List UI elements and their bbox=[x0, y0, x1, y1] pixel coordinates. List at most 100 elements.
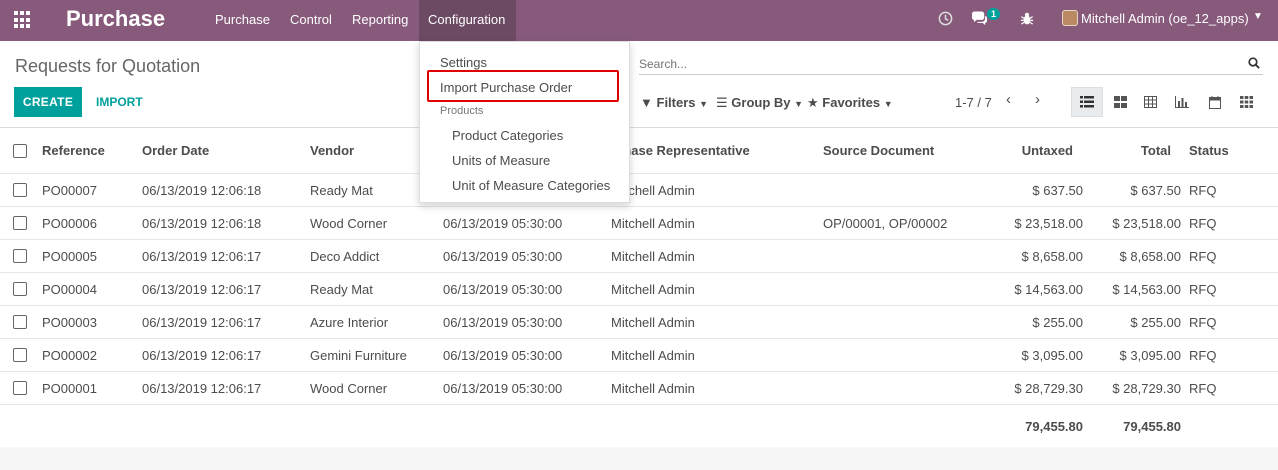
cell-status: RFQ bbox=[1189, 347, 1217, 363]
pager-previous-icon[interactable]: ‹ bbox=[1006, 91, 1011, 108]
cell-vendor: Azure Interior bbox=[310, 314, 389, 330]
footer-total: 79,455.80 bbox=[1123, 418, 1181, 434]
cell-vendor: Ready Mat bbox=[310, 182, 373, 198]
column-header-source-document[interactable]: Source Document bbox=[823, 128, 934, 173]
row-checkbox[interactable] bbox=[13, 381, 27, 395]
cell-total: $ 3,095.00 bbox=[1119, 347, 1181, 363]
filter-funnel-icon: ▼ bbox=[640, 95, 653, 110]
table-row[interactable]: PO00007 06/13/2019 12:06:18 Ready Mat Mi… bbox=[0, 174, 1278, 207]
cell-representative: Mitchell Admin bbox=[611, 281, 695, 297]
top-navbar: Purchase Purchase Control Reporting Conf… bbox=[0, 0, 1278, 41]
cell-scheduled-date: 06/13/2019 05:30:00 bbox=[443, 215, 563, 231]
column-header-untaxed[interactable]: Untaxed bbox=[983, 128, 1073, 173]
breadcrumb-title: Requests for Quotation bbox=[15, 56, 201, 76]
app-title: Purchase bbox=[66, 6, 166, 31]
cell-order-date: 06/13/2019 12:06:17 bbox=[142, 314, 262, 330]
table-row[interactable]: PO00002 06/13/2019 12:06:17 Gemini Furni… bbox=[0, 339, 1278, 372]
cell-order-date: 06/13/2019 12:06:17 bbox=[142, 380, 262, 396]
list-view-icon[interactable] bbox=[1071, 87, 1103, 117]
group-by-dropdown[interactable]: ☰ Group By ▼ bbox=[716, 95, 803, 111]
cell-status: RFQ bbox=[1189, 281, 1217, 297]
cell-vendor: Wood Corner bbox=[310, 380, 388, 396]
cell-reference: PO00001 bbox=[42, 380, 97, 396]
menu-item-units-of-measure[interactable]: Units of Measure bbox=[452, 153, 550, 168]
cell-status: RFQ bbox=[1189, 215, 1217, 231]
column-header-purchase-representative[interactable]: rchase Representative bbox=[611, 128, 801, 173]
user-avatar[interactable] bbox=[1062, 10, 1078, 26]
column-header-total[interactable]: Total bbox=[1081, 128, 1171, 173]
menu-reporting[interactable]: Reporting bbox=[343, 0, 417, 41]
cell-reference: PO00006 bbox=[42, 215, 97, 231]
column-header-order-date[interactable]: Order Date bbox=[142, 128, 209, 173]
menu-configuration[interactable]: Configuration bbox=[419, 0, 516, 41]
search-icon[interactable] bbox=[1248, 57, 1260, 69]
row-checkbox[interactable] bbox=[13, 282, 27, 296]
control-panel: Requests for Quotation CREATE IMPORT ▼ F… bbox=[0, 41, 1278, 128]
cell-vendor: Deco Addict bbox=[310, 248, 380, 264]
menu-item-uom-categories[interactable]: Unit of Measure Categories bbox=[452, 178, 610, 193]
cell-representative: Mitchell Admin bbox=[611, 380, 695, 396]
row-checkbox[interactable] bbox=[13, 249, 27, 263]
group-by-label: Group By bbox=[731, 95, 791, 110]
column-header-status[interactable]: Status bbox=[1189, 128, 1229, 173]
grid-view-icon[interactable] bbox=[1230, 87, 1262, 117]
cell-vendor: Wood Corner bbox=[310, 215, 388, 231]
cell-representative: Mitchell Admin bbox=[611, 314, 695, 330]
menu-purchase[interactable]: Purchase bbox=[206, 0, 279, 41]
pager-value[interactable]: 1-7 / 7 bbox=[955, 95, 992, 110]
apps-grid-icon[interactable] bbox=[14, 11, 32, 29]
table-row[interactable]: PO00005 06/13/2019 12:06:17 Deco Addict … bbox=[0, 240, 1278, 273]
menu-section-products: Products bbox=[440, 105, 484, 117]
cell-status: RFQ bbox=[1189, 182, 1217, 198]
chevron-down-icon: ▼ bbox=[883, 99, 893, 109]
activity-clock-icon[interactable] bbox=[938, 11, 953, 26]
select-all-checkbox[interactable] bbox=[13, 143, 27, 158]
table-row[interactable]: PO00003 06/13/2019 12:06:17 Azure Interi… bbox=[0, 306, 1278, 339]
debug-bug-icon[interactable] bbox=[1020, 11, 1034, 26]
cell-scheduled-date: 06/13/2019 05:30:00 bbox=[443, 314, 563, 330]
create-button[interactable]: CREATE bbox=[14, 87, 82, 117]
filters-label: Filters bbox=[656, 95, 696, 110]
menu-item-product-categories[interactable]: Product Categories bbox=[452, 128, 563, 143]
table-footer-totals: 79,455.80 79,455.80 bbox=[0, 405, 1278, 447]
user-name[interactable]: Mitchell Admin (oe_12_apps) bbox=[1081, 11, 1249, 26]
cell-order-date: 06/13/2019 12:06:17 bbox=[142, 248, 262, 264]
cell-representative: Mitchell Admin bbox=[611, 248, 695, 264]
cell-vendor: Ready Mat bbox=[310, 281, 373, 297]
chevron-down-icon: ▼ bbox=[794, 99, 804, 109]
filters-dropdown[interactable]: ▼ Filters ▼ bbox=[640, 95, 708, 110]
table-row[interactable]: PO00006 06/13/2019 12:06:18 Wood Corner … bbox=[0, 207, 1278, 240]
group-by-icon: ☰ bbox=[716, 95, 728, 110]
messages-count-badge: 1 bbox=[987, 8, 1001, 20]
configuration-dropdown-menu: Settings Import Purchase Order Products … bbox=[419, 41, 630, 203]
rfq-list-table: Reference Order Date Vendor rchase Repre… bbox=[0, 128, 1278, 447]
cell-reference: PO00005 bbox=[42, 248, 97, 264]
calendar-view-icon[interactable] bbox=[1199, 87, 1231, 117]
chevron-down-icon: ▼ bbox=[699, 99, 709, 109]
import-button[interactable]: IMPORT bbox=[88, 87, 151, 117]
cell-vendor: Gemini Furniture bbox=[310, 347, 407, 363]
table-row[interactable]: PO00001 06/13/2019 12:06:17 Wood Corner … bbox=[0, 372, 1278, 405]
user-menu-caret-icon[interactable]: ▼ bbox=[1253, 11, 1263, 22]
messages-chat-icon[interactable] bbox=[971, 11, 988, 26]
row-checkbox[interactable] bbox=[13, 183, 27, 197]
row-checkbox[interactable] bbox=[13, 348, 27, 362]
menu-item-settings[interactable]: Settings bbox=[440, 55, 487, 70]
table-row[interactable]: PO00004 06/13/2019 12:06:17 Ready Mat 06… bbox=[0, 273, 1278, 306]
favorites-dropdown[interactable]: ★ Favorites ▼ bbox=[807, 95, 893, 111]
favorites-label: Favorites bbox=[822, 95, 881, 110]
column-header-reference[interactable]: Reference bbox=[42, 128, 105, 173]
pager-next-icon[interactable]: › bbox=[1035, 91, 1040, 108]
search-input[interactable] bbox=[639, 53, 1263, 75]
graph-view-icon[interactable] bbox=[1166, 87, 1198, 117]
menu-item-import-purchase-order[interactable]: Import Purchase Order bbox=[440, 80, 572, 95]
menu-control[interactable]: Control bbox=[281, 0, 341, 41]
cell-status: RFQ bbox=[1189, 314, 1217, 330]
cell-status: RFQ bbox=[1189, 380, 1217, 396]
row-checkbox[interactable] bbox=[13, 315, 27, 329]
cell-total: $ 14,563.00 bbox=[1112, 281, 1181, 297]
pivot-view-icon[interactable] bbox=[1134, 87, 1166, 117]
row-checkbox[interactable] bbox=[13, 216, 27, 230]
column-header-vendor[interactable]: Vendor bbox=[310, 128, 354, 173]
kanban-view-icon[interactable] bbox=[1104, 87, 1136, 117]
